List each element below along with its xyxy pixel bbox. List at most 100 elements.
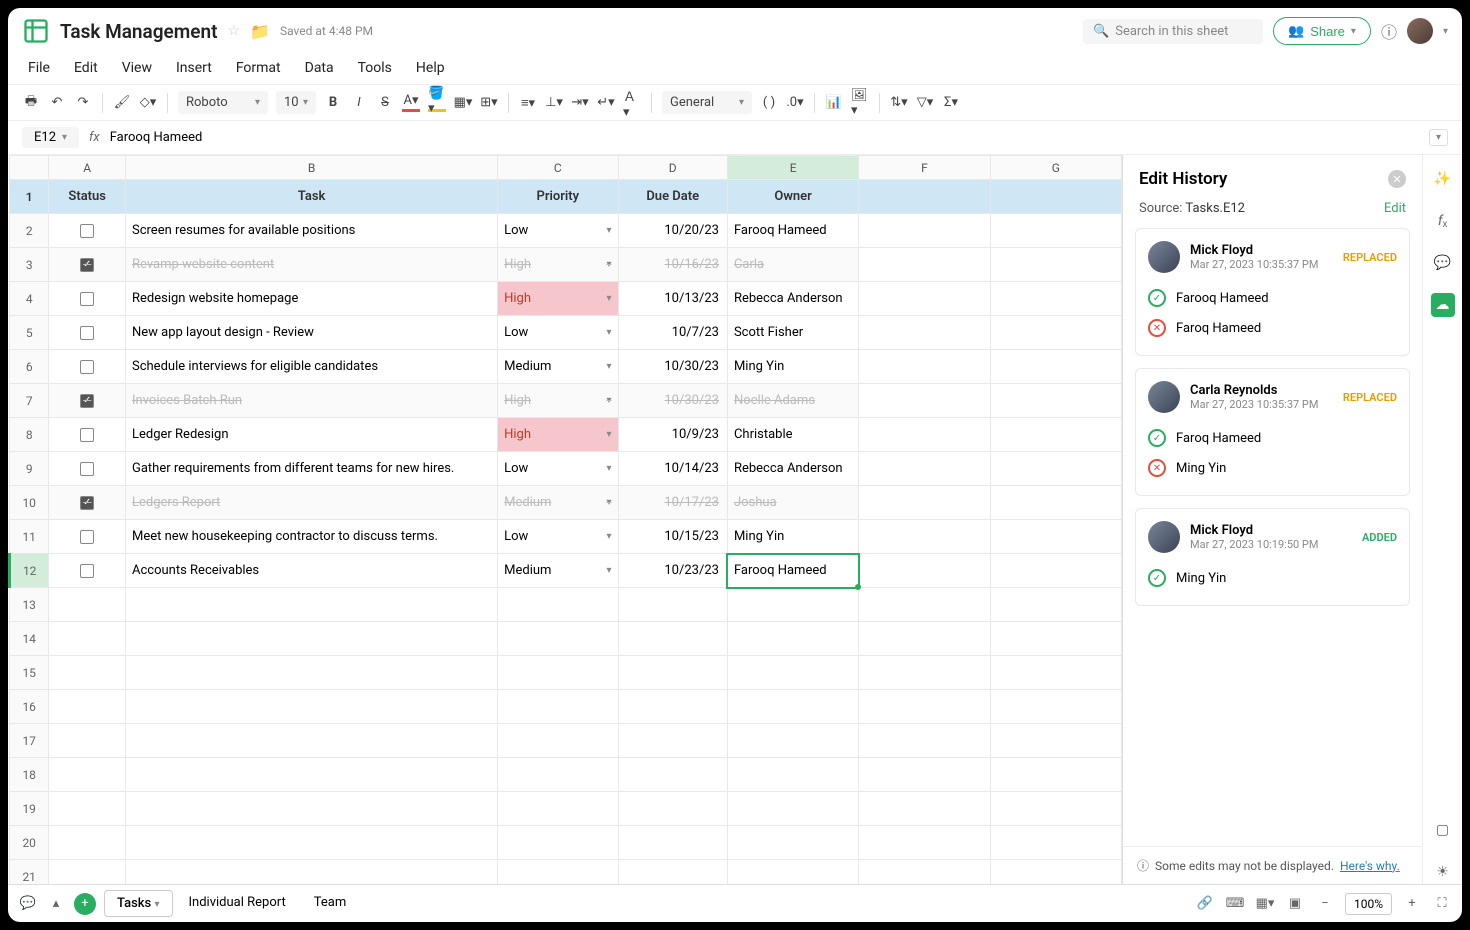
status-checkbox[interactable] <box>49 282 126 316</box>
menu-data[interactable]: Data <box>305 60 334 76</box>
menu-format[interactable]: Format <box>236 60 281 76</box>
halign-icon[interactable]: ≡▾ <box>519 94 537 112</box>
task-cell[interactable]: Redesign website homepage <box>126 282 498 316</box>
row-header[interactable]: 21 <box>10 860 49 885</box>
priority-cell[interactable]: Medium▾ <box>498 554 618 588</box>
row-header[interactable]: 5 <box>10 316 49 350</box>
status-checkbox[interactable]: ✓ <box>49 486 126 520</box>
priority-cell[interactable]: Low▾ <box>498 452 618 486</box>
row-header[interactable]: 14 <box>10 622 49 656</box>
due-cell[interactable]: 10/15/23 <box>618 520 727 554</box>
decimal-dec-icon[interactable]: .0▾ <box>786 94 804 112</box>
print-icon[interactable]: 🖶 <box>22 94 40 112</box>
text-color-icon[interactable]: A▾ <box>402 94 420 112</box>
owner-cell[interactable]: Noelle Adams <box>727 384 858 418</box>
row-header[interactable]: 12 <box>10 554 49 588</box>
owner-cell[interactable]: Farooq Hameed <box>727 554 858 588</box>
bold-icon[interactable]: B <box>324 94 342 112</box>
sheet-tab[interactable]: Tasks ▾ <box>104 890 173 917</box>
font-select[interactable]: Roboto▾ <box>178 91 268 114</box>
zoom-in-icon[interactable]: + <box>1402 894 1422 914</box>
task-cell[interactable]: Meet new housekeeping contractor to disc… <box>126 520 498 554</box>
chart-icon[interactable]: 📊 <box>825 94 843 112</box>
due-cell[interactable]: 10/17/23 <box>618 486 727 520</box>
cell-reference[interactable]: E12▾ <box>22 127 79 148</box>
sheet-tab[interactable]: Team <box>302 890 359 917</box>
row-header[interactable]: 2 <box>10 214 49 248</box>
collapse-icon[interactable]: ▾ <box>1429 129 1448 146</box>
borders-icon[interactable]: ▦▾ <box>454 94 472 112</box>
function-icon[interactable]: fₓ <box>1431 209 1455 233</box>
redo-icon[interactable]: ↷ <box>74 94 92 112</box>
priority-cell[interactable]: Medium▾ <box>498 350 618 384</box>
menu-edit[interactable]: Edit <box>74 60 98 76</box>
due-cell[interactable]: 10/14/23 <box>618 452 727 486</box>
col-header[interactable]: C <box>498 156 618 180</box>
priority-cell[interactable]: Low▾ <box>498 316 618 350</box>
row-header[interactable]: 10 <box>10 486 49 520</box>
fullscreen-icon[interactable]: ⛶ <box>1432 894 1452 914</box>
owner-cell[interactable]: Rebecca Anderson <box>727 282 858 316</box>
layout-icon[interactable]: ▦▾ <box>1255 894 1275 914</box>
due-cell[interactable]: 10/23/23 <box>618 554 727 588</box>
due-cell[interactable]: 10/13/23 <box>618 282 727 316</box>
wrap-icon[interactable]: ↵▾ <box>597 94 615 112</box>
sort-icon[interactable]: ⇅▾ <box>890 94 908 112</box>
brightness-icon[interactable]: ☀ <box>1431 860 1455 884</box>
parens-icon[interactable]: ( ) <box>760 94 778 112</box>
folder-icon[interactable]: 📁 <box>250 22 270 41</box>
status-checkbox[interactable] <box>49 214 126 248</box>
status-checkbox[interactable] <box>49 350 126 384</box>
due-cell[interactable]: 10/30/23 <box>618 384 727 418</box>
col-header[interactable]: F <box>859 156 990 180</box>
priority-cell[interactable]: Low▾ <box>498 520 618 554</box>
row-header[interactable]: 13 <box>10 588 49 622</box>
row-header[interactable]: 9 <box>10 452 49 486</box>
star-icon[interactable]: ☆ <box>228 23 241 39</box>
task-cell[interactable]: New app layout design - Review <box>126 316 498 350</box>
undo-icon[interactable]: ↶ <box>48 94 66 112</box>
priority-cell[interactable]: High▾ <box>498 384 618 418</box>
owner-cell[interactable]: Farooq Hameed <box>727 214 858 248</box>
owner-cell[interactable]: Rebecca Anderson <box>727 452 858 486</box>
number-format-select[interactable]: General▾ <box>662 91 752 114</box>
grid-icon[interactable]: ▣ <box>1285 894 1305 914</box>
priority-cell[interactable]: High▾ <box>498 418 618 452</box>
zoom-out-icon[interactable]: − <box>1315 894 1335 914</box>
menu-file[interactable]: File <box>28 60 50 76</box>
col-header[interactable]: E <box>727 156 858 180</box>
keyboard-icon[interactable]: ⌨ <box>1225 894 1245 914</box>
edit-link[interactable]: Edit <box>1384 201 1406 216</box>
owner-cell[interactable]: Christable <box>727 418 858 452</box>
row-header[interactable]: 3 <box>10 248 49 282</box>
owner-cell[interactable]: Ming Yin <box>727 350 858 384</box>
search-input[interactable]: 🔍 Search in this sheet <box>1083 19 1263 44</box>
strike-icon[interactable]: S <box>376 94 394 112</box>
panel-icon[interactable]: ▢ <box>1431 818 1455 842</box>
due-cell[interactable]: 10/9/23 <box>618 418 727 452</box>
due-cell[interactable]: 10/16/23 <box>618 248 727 282</box>
due-cell[interactable]: 10/30/23 <box>618 350 727 384</box>
why-link[interactable]: Here's why. <box>1340 859 1400 873</box>
chat-icon[interactable]: 💬 <box>18 894 38 914</box>
sheets-menu-icon[interactable]: ▴ <box>46 894 66 914</box>
task-cell[interactable]: Ledgers Report <box>126 486 498 520</box>
sigma-icon[interactable]: Σ▾ <box>942 94 960 112</box>
owner-cell[interactable]: Joshua <box>727 486 858 520</box>
user-avatar[interactable] <box>1407 18 1433 44</box>
task-cell[interactable]: Revamp website content <box>126 248 498 282</box>
menu-help[interactable]: Help <box>416 60 445 76</box>
fontsize-select[interactable]: 10▾ <box>276 91 316 114</box>
row-header[interactable]: 16 <box>10 690 49 724</box>
row-header[interactable]: 17 <box>10 724 49 758</box>
row-header[interactable]: 18 <box>10 758 49 792</box>
row-header[interactable]: 8 <box>10 418 49 452</box>
due-cell[interactable]: 10/20/23 <box>618 214 727 248</box>
priority-cell[interactable]: High▾ <box>498 282 618 316</box>
priority-cell[interactable]: Low▾ <box>498 214 618 248</box>
status-checkbox[interactable] <box>49 520 126 554</box>
priority-cell[interactable]: High▾ <box>498 248 618 282</box>
row-header[interactable]: 15 <box>10 656 49 690</box>
link-icon[interactable]: 🔗 <box>1195 894 1215 914</box>
task-cell[interactable]: Accounts Receivables <box>126 554 498 588</box>
